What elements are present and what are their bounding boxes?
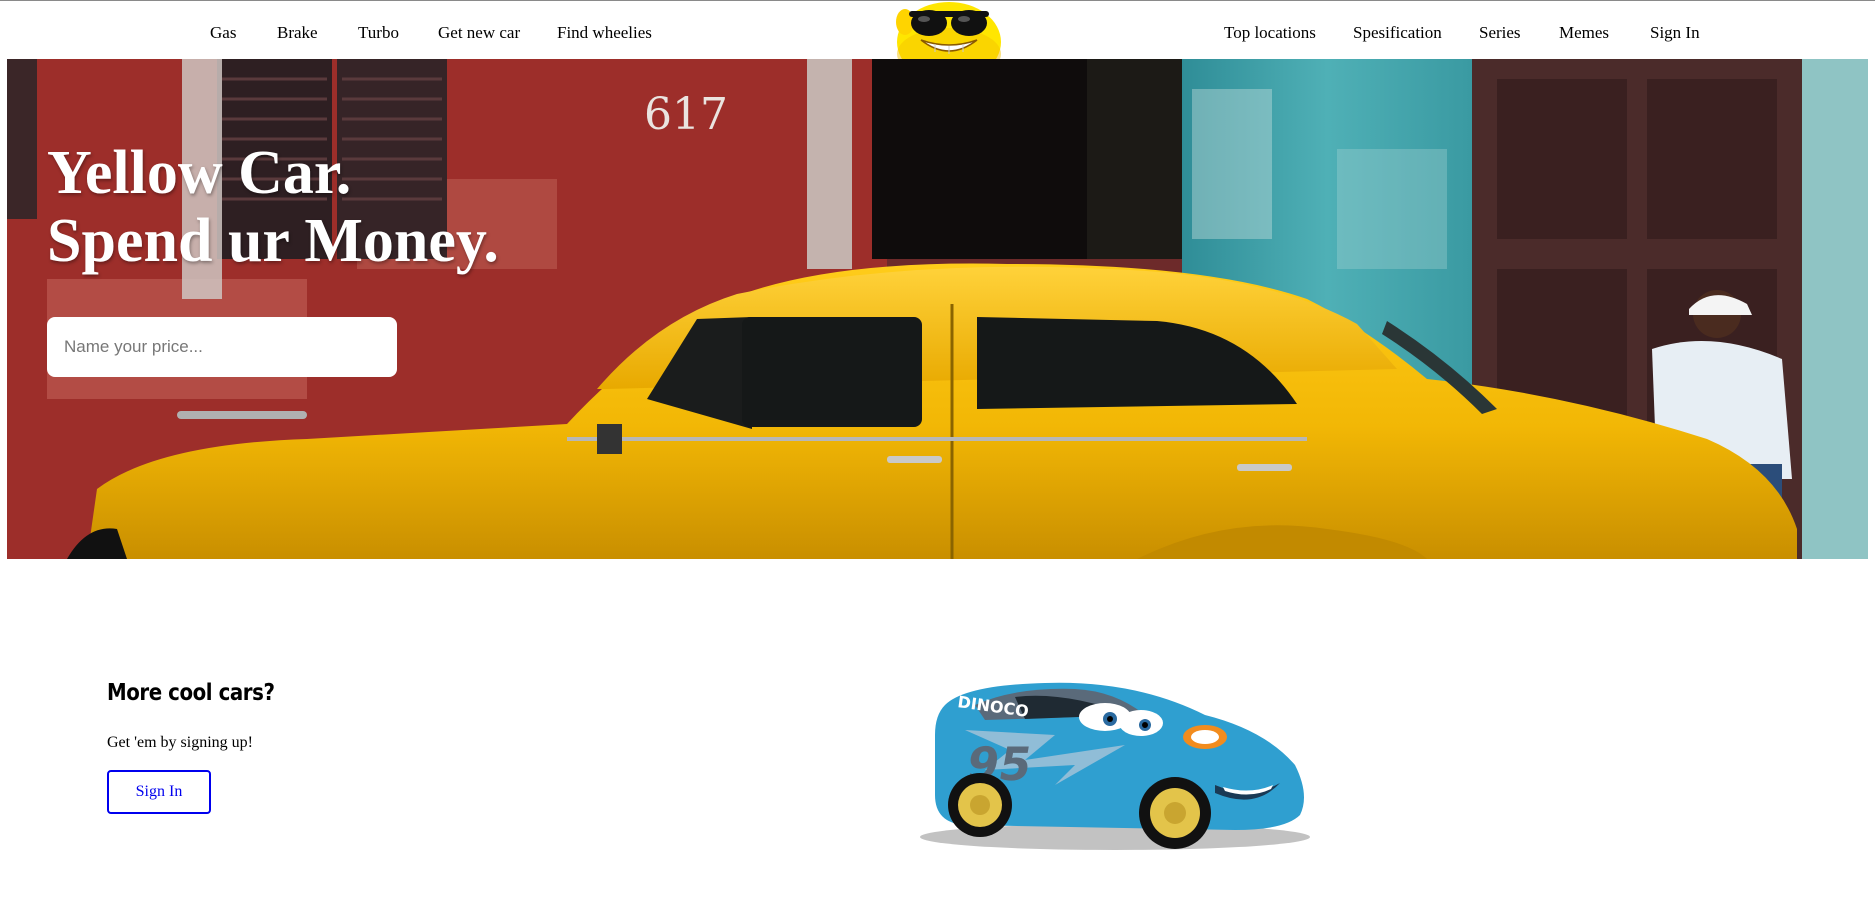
nav-link-sign-in[interactable]: Sign In: [1650, 23, 1700, 43]
sunglasses-smiley-icon[interactable]: [879, 2, 1019, 59]
price-input[interactable]: [47, 317, 397, 377]
nav-link-top-locations[interactable]: Top locations: [1224, 23, 1316, 43]
nav-link-turbo[interactable]: Turbo: [358, 23, 399, 43]
blue-race-car-illustration: 95 DINOCO: [920, 682, 1310, 850]
hero-title: Yellow Car. Spend ur Money.: [47, 139, 499, 275]
hero-title-line-2: Spend ur Money.: [47, 207, 499, 275]
yellow-vintage-car-photo: 617: [7, 59, 1868, 559]
nav-link-spesification[interactable]: Spesification: [1353, 23, 1442, 43]
hero-banner: 617 Yellow Car. Spend ur Money. Name you…: [7, 59, 1868, 559]
nav-link-brake[interactable]: Brake: [277, 23, 318, 43]
sign-in-button[interactable]: Sign In: [107, 770, 211, 814]
cta-heading: More cool cars?: [107, 680, 275, 706]
nav-link-series[interactable]: Series: [1479, 23, 1521, 43]
top-navigation: Gas Brake Turbo Get new car Find wheelie…: [7, 1, 1868, 59]
nav-link-find-wheelies[interactable]: Find wheelies: [557, 23, 652, 43]
nav-link-get-new-car[interactable]: Get new car: [438, 23, 520, 43]
cta-text: Get 'em by signing up!: [107, 734, 253, 751]
nav-link-memes[interactable]: Memes: [1559, 23, 1609, 43]
door-number-617: 617: [644, 89, 728, 140]
hero-title-line-1: Yellow Car.: [47, 139, 352, 207]
nav-link-gas[interactable]: Gas: [210, 23, 236, 43]
